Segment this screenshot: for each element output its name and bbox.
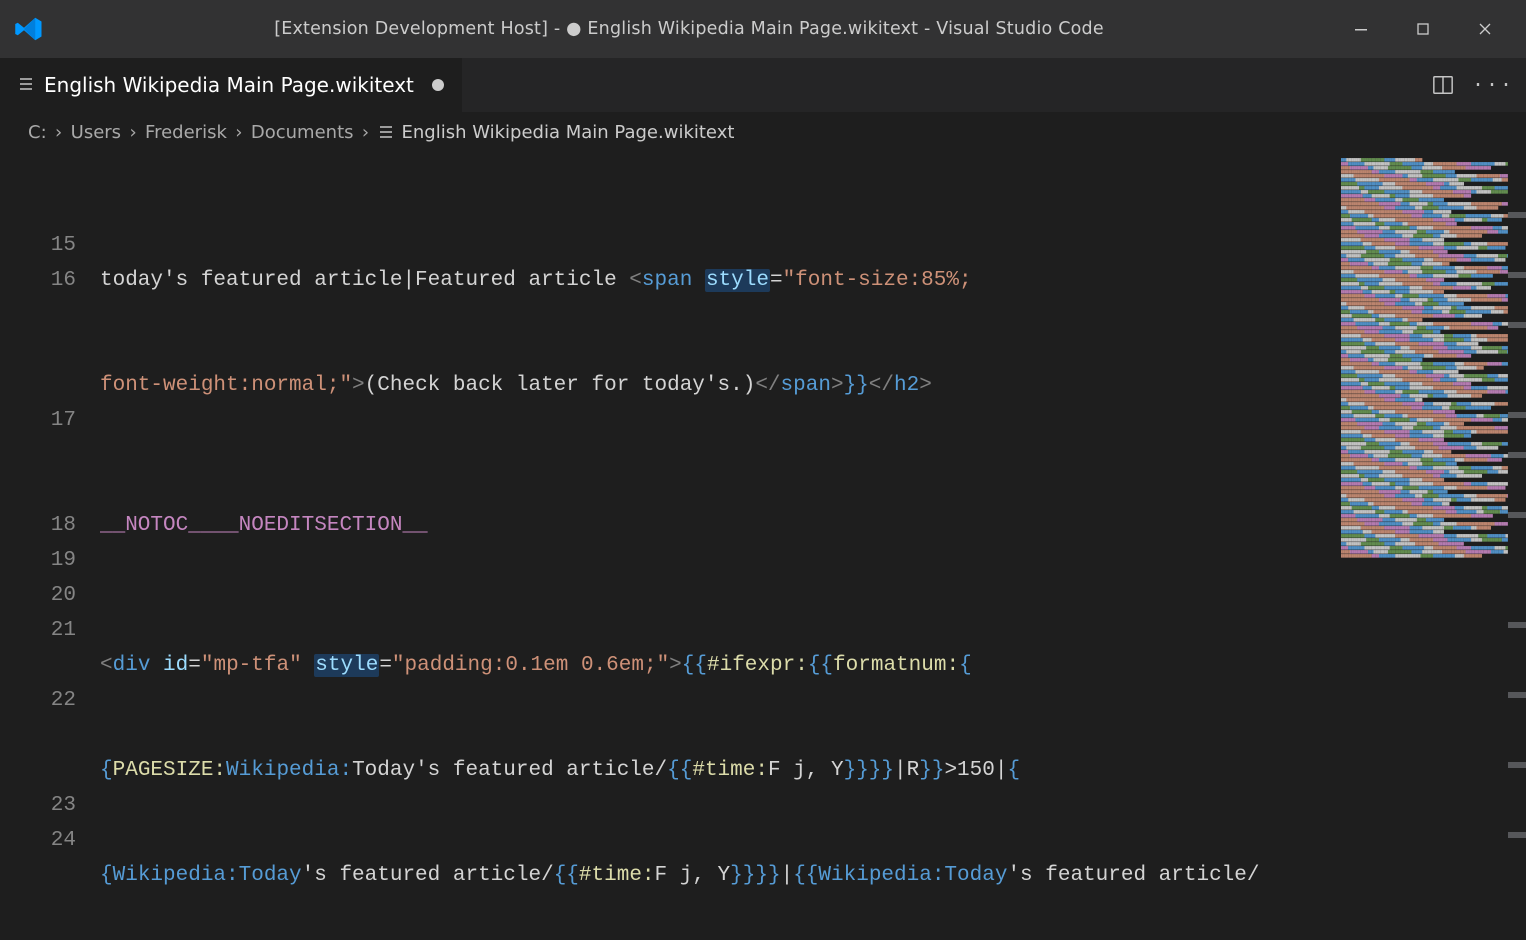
breadcrumb-segment[interactable]: C: <box>28 122 47 143</box>
window-title: [Extension Development Host] - ● English… <box>48 19 1330 39</box>
editor-tab[interactable]: English Wikipedia Main Page.wikitext <box>0 58 463 112</box>
dirty-indicator-icon <box>432 79 444 91</box>
vertical-scrollbar[interactable] <box>1508 152 1526 940</box>
chevron-right-icon: › <box>356 122 376 143</box>
split-editor-button[interactable] <box>1430 72 1456 98</box>
title-bar: [Extension Development Host] - ● English… <box>0 0 1526 58</box>
chevron-right-icon: › <box>229 122 249 143</box>
editor[interactable]: 15 16 17 18 19 20 21 22 23 24 today's fe… <box>0 152 1526 940</box>
file-type-icon <box>18 73 34 97</box>
breadcrumb-segment[interactable]: Documents <box>251 122 354 143</box>
more-actions-button[interactable]: ··· <box>1480 72 1506 98</box>
breadcrumb-file[interactable]: English Wikipedia Main Page.wikitext <box>378 122 735 143</box>
maximize-button[interactable] <box>1392 0 1454 58</box>
chevron-right-icon: › <box>49 122 69 143</box>
close-button[interactable] <box>1454 0 1516 58</box>
tab-bar: English Wikipedia Main Page.wikitext ··· <box>0 58 1526 112</box>
breadcrumb[interactable]: C: › Users › Frederisk › Documents › Eng… <box>0 112 1526 152</box>
window-controls <box>1330 0 1516 58</box>
line-number-gutter: 15 16 17 18 19 20 21 22 23 24 <box>0 152 100 940</box>
breadcrumb-segment[interactable]: Frederisk <box>145 122 227 143</box>
code-content[interactable]: today's featured article|Featured articl… <box>100 152 1526 940</box>
vscode-logo-icon <box>10 14 48 44</box>
minimize-button[interactable] <box>1330 0 1392 58</box>
tab-actions: ··· <box>1430 58 1526 112</box>
tab-label: English Wikipedia Main Page.wikitext <box>44 73 414 97</box>
breadcrumb-segment[interactable]: Users <box>71 122 121 143</box>
minimap[interactable]: ████████████████████████████████████████… <box>1340 158 1508 578</box>
chevron-right-icon: › <box>123 122 143 143</box>
